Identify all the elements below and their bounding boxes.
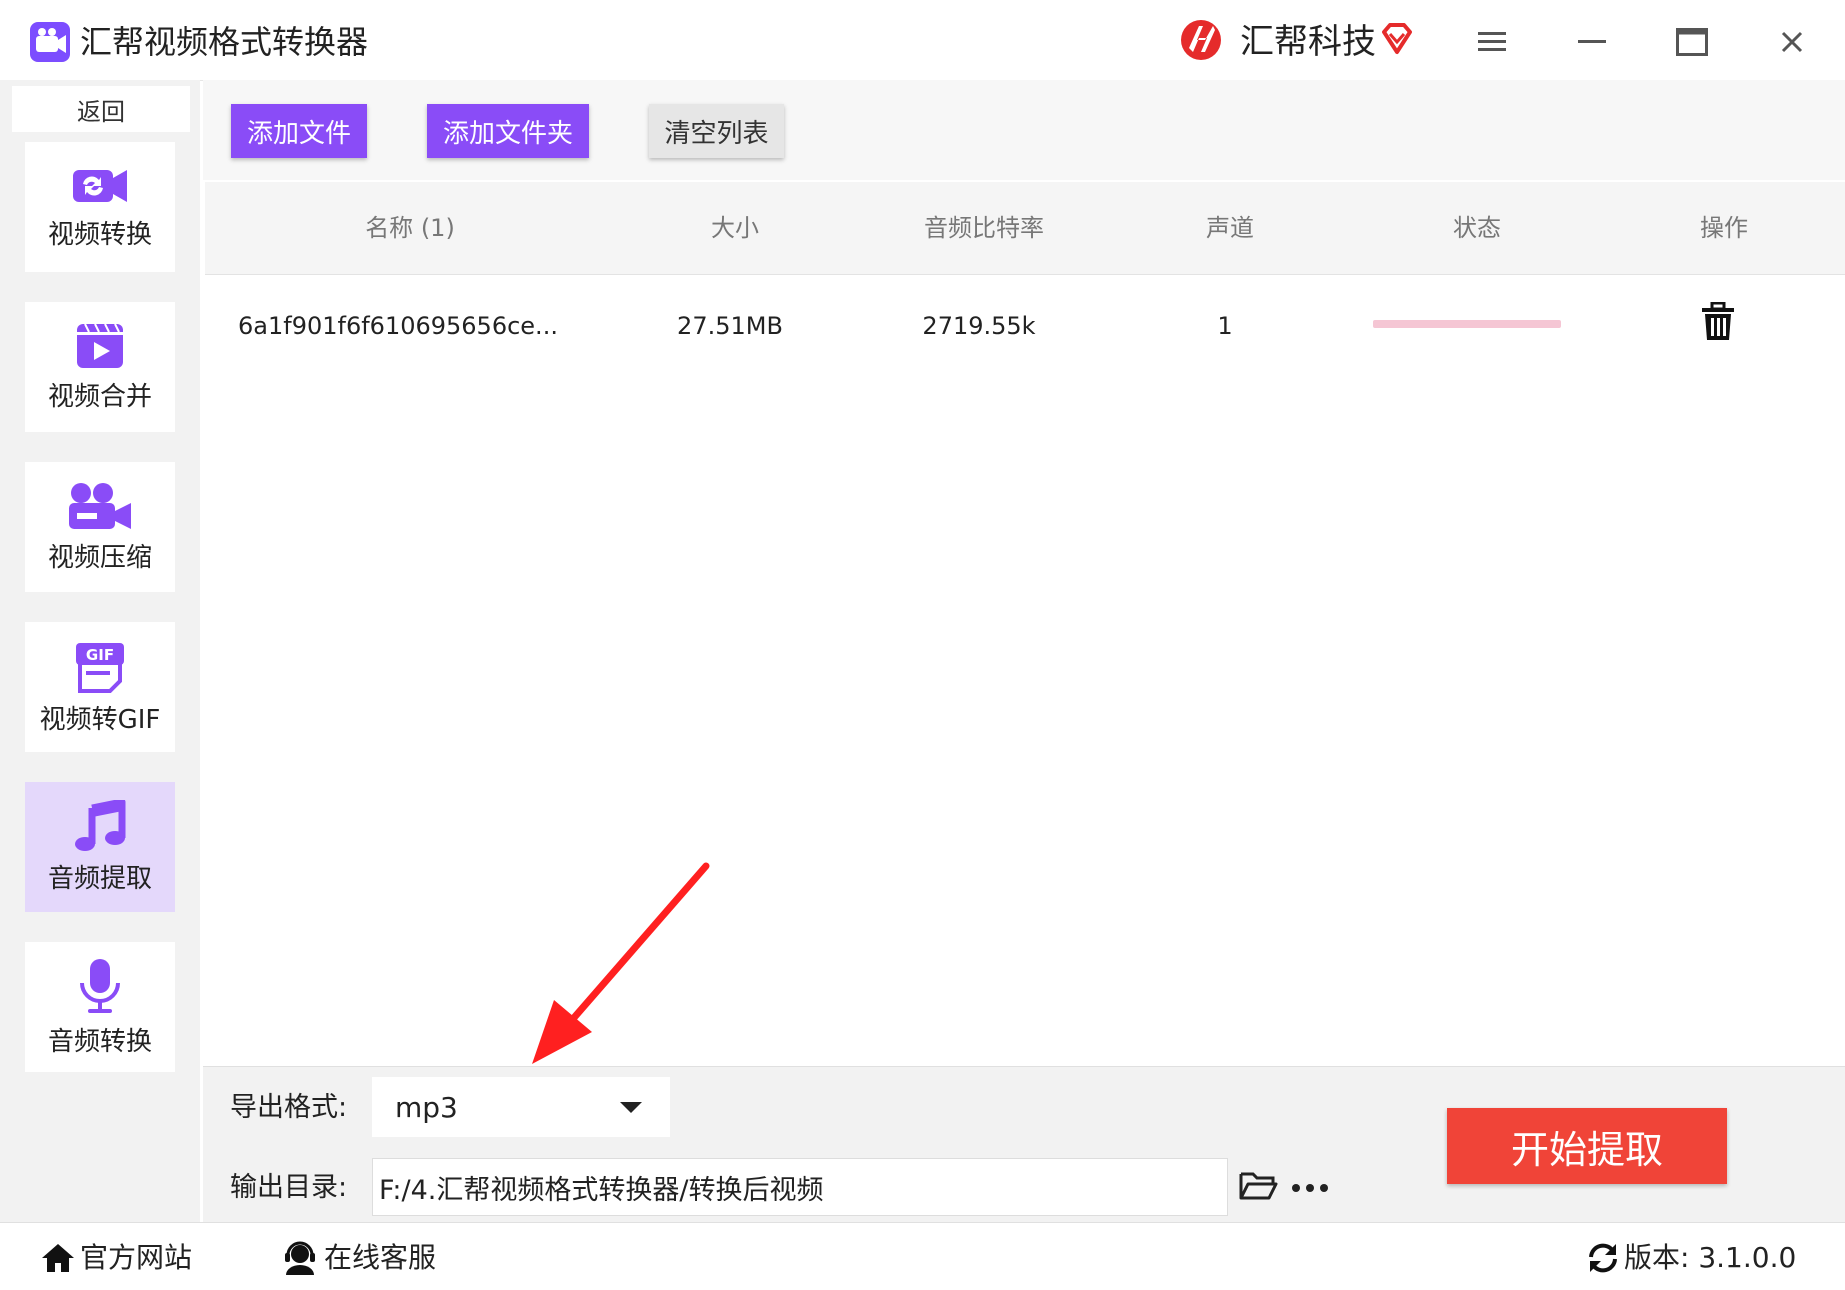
status-progress-bar xyxy=(1373,320,1561,328)
column-header-size: 大小 xyxy=(711,214,759,242)
close-button[interactable] xyxy=(1770,20,1814,64)
brand-logo-icon xyxy=(1175,14,1227,66)
gif-icon: GIF xyxy=(76,642,124,693)
output-dir-input[interactable] xyxy=(372,1158,1228,1216)
version-label: 版本: 3.1.0.0 xyxy=(1624,1241,1797,1274)
sidebar-item-label: 音频提取 xyxy=(47,863,152,894)
output-dir-label: 输出目录: xyxy=(230,1172,348,1203)
video-compress-icon xyxy=(69,482,131,529)
app-title: 汇帮视频格式转换器 xyxy=(80,23,369,61)
home-icon xyxy=(42,1244,74,1272)
maximize-button[interactable] xyxy=(1670,20,1714,64)
support-link[interactable]: 在线客服 xyxy=(282,1238,436,1278)
minimize-button[interactable] xyxy=(1570,20,1614,64)
clear-list-button[interactable]: 清空列表 xyxy=(649,104,784,158)
refresh-icon xyxy=(1589,1243,1617,1273)
sidebar-item-video-convert[interactable]: 视频转换 xyxy=(25,142,175,272)
chevron-down-icon xyxy=(620,1102,642,1113)
start-extract-button[interactable]: 开始提取 xyxy=(1447,1108,1727,1184)
sidebar-item-label: 视频转换 xyxy=(47,219,152,250)
sidebar-item-label: 视频合并 xyxy=(47,381,152,412)
column-header-channels: 声道 xyxy=(1206,214,1254,242)
folder-open-icon xyxy=(1239,1172,1278,1200)
bitrate-cell: 2719.55k xyxy=(922,312,1036,340)
menu-button[interactable] xyxy=(1470,20,1514,64)
brand-name: 汇帮科技 xyxy=(1240,22,1376,62)
vip-diamond-icon[interactable] xyxy=(1378,20,1416,58)
add-folder-button[interactable]: 添加文件夹 xyxy=(427,104,589,158)
menu-icon xyxy=(1478,32,1506,51)
file-size-cell: 27.51MB xyxy=(677,312,783,340)
website-link[interactable]: 官方网站 xyxy=(40,1238,192,1278)
music-note-icon xyxy=(75,799,126,851)
version-info[interactable]: 版本: 3.1.0.0 xyxy=(1586,1238,1796,1278)
more-options-button[interactable] xyxy=(1290,1176,1334,1200)
sidebar-item-label: 音频转换 xyxy=(47,1026,152,1057)
more-icon xyxy=(1292,1184,1328,1192)
browse-folder-button[interactable] xyxy=(1238,1168,1282,1208)
column-header-status: 状态 xyxy=(1453,214,1501,242)
sidebar-item-video-merge[interactable]: 视频合并 xyxy=(25,302,175,432)
footer xyxy=(0,1222,1845,1290)
svg-text:GIF: GIF xyxy=(86,646,114,664)
sidebar-item-audio-extract[interactable]: 音频提取 xyxy=(25,782,175,912)
customer-service-icon xyxy=(285,1241,315,1275)
export-format-value: mp3 xyxy=(395,1091,458,1124)
annotation-arrow xyxy=(532,862,710,1064)
column-header-bitrate: 音频比特率 xyxy=(924,214,1044,242)
microphone-icon xyxy=(80,958,120,1013)
sidebar-item-audio-convert[interactable]: 音频转换 xyxy=(25,942,175,1072)
sidebar-item-label: 视频压缩 xyxy=(47,542,152,573)
video-convert-icon xyxy=(73,169,127,202)
trash-icon xyxy=(1702,301,1734,340)
sidebar-item-label: 视频转GIF xyxy=(39,704,161,735)
support-label: 在线客服 xyxy=(324,1241,437,1274)
app-icon xyxy=(30,22,70,62)
column-header-name[interactable]: 名称 (1) xyxy=(310,182,510,274)
back-button[interactable]: 返回 xyxy=(12,86,190,132)
channels-cell: 1 xyxy=(1217,312,1233,340)
sidebar-item-video-gif[interactable]: GIF 视频转GIF xyxy=(25,622,175,752)
column-header-action: 操作 xyxy=(1700,214,1748,242)
add-file-button[interactable]: 添加文件 xyxy=(231,104,367,158)
video-merge-icon xyxy=(77,323,123,368)
close-icon xyxy=(1781,31,1803,53)
website-label: 官方网站 xyxy=(80,1241,193,1274)
maximize-icon xyxy=(1676,28,1708,56)
minimize-icon xyxy=(1578,40,1606,43)
sidebar-item-video-compress[interactable]: 视频压缩 xyxy=(25,462,175,592)
delete-button[interactable] xyxy=(1700,301,1740,348)
export-format-label: 导出格式: xyxy=(230,1092,348,1123)
file-name-cell: 6a1f901f6f610695656ce... xyxy=(238,312,558,340)
